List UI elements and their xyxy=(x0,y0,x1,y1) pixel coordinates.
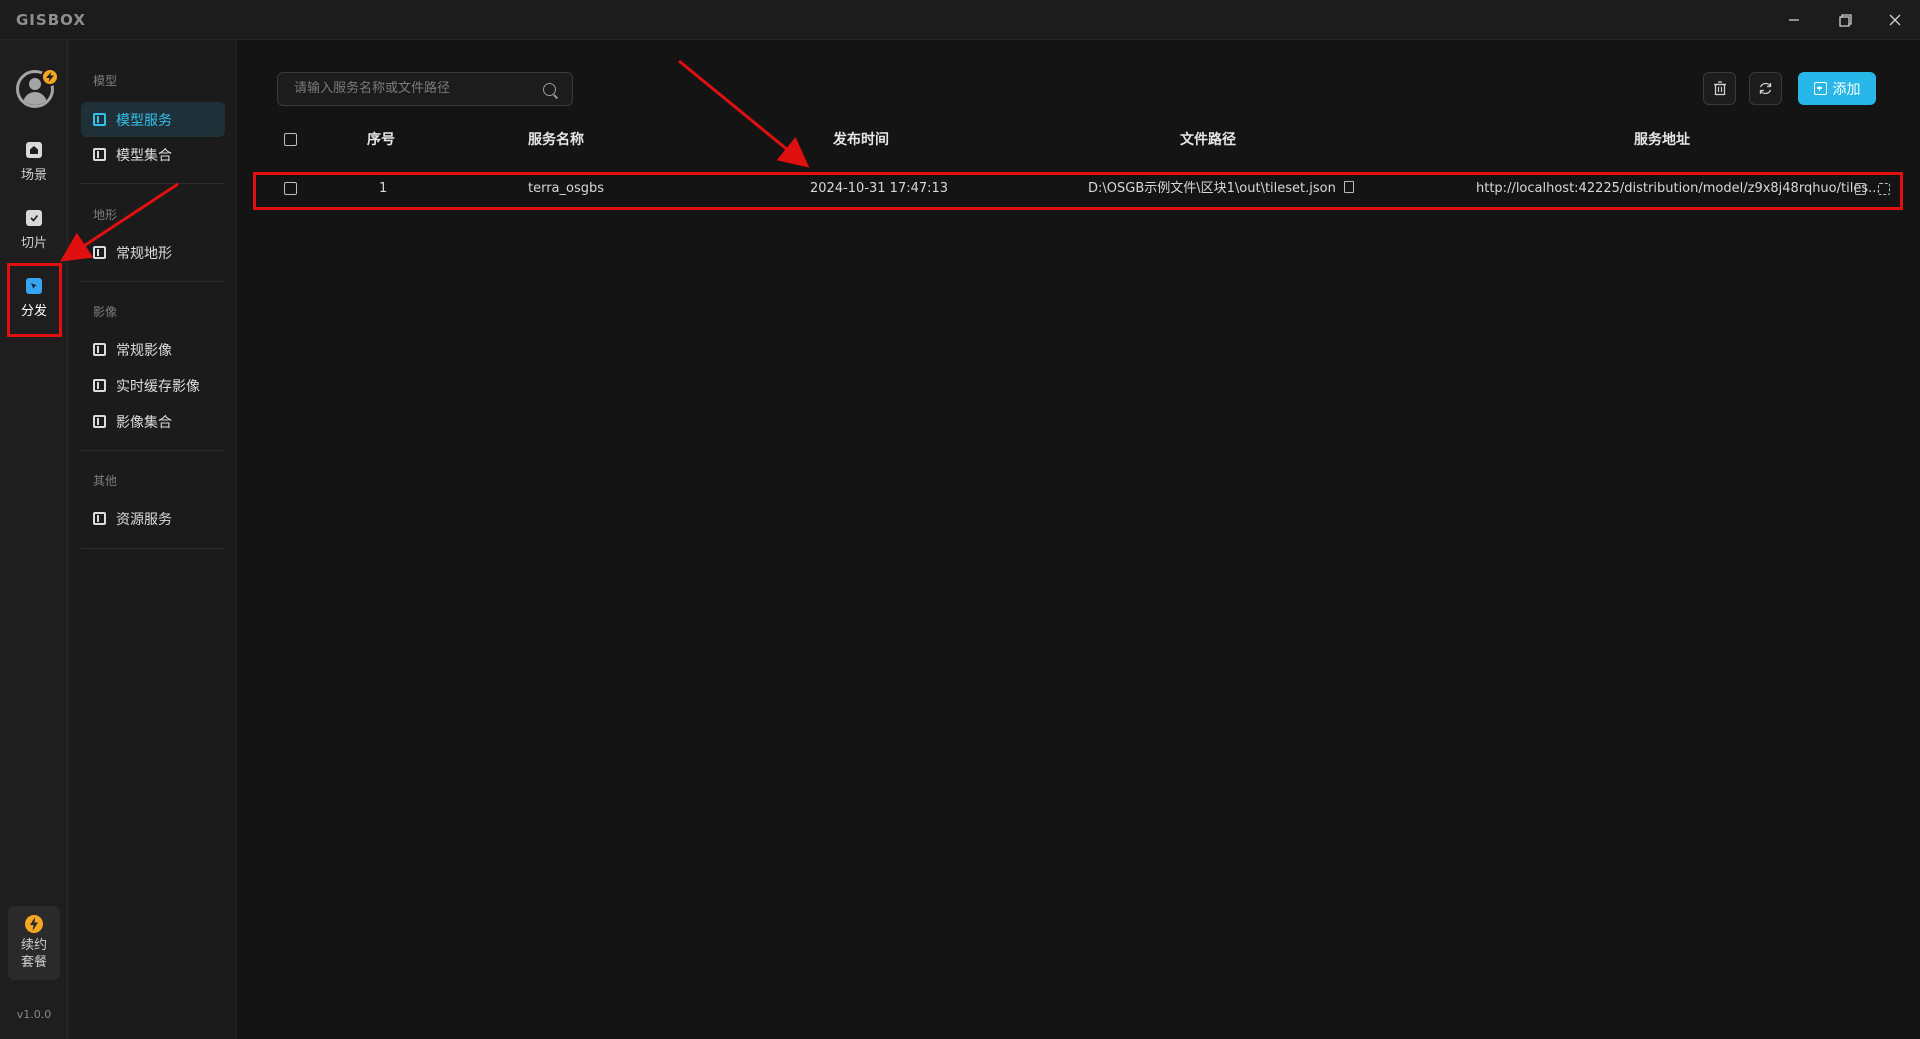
add-button-label: 添加 xyxy=(1832,81,1861,98)
col-header-time: 发布时间 xyxy=(833,132,889,148)
nav-item-model-service[interactable]: 模型服务 xyxy=(81,102,225,137)
rail-item-label: 切片 xyxy=(20,235,47,251)
renew-plan-button[interactable]: 续约套餐 xyxy=(8,906,60,980)
close-icon xyxy=(1889,14,1901,26)
title-bar: GISBOX xyxy=(0,0,1920,40)
rail-item-label: 场景 xyxy=(20,167,47,183)
version-label: v1.0.0 xyxy=(16,1008,52,1021)
group-title-other: 其他 xyxy=(93,474,118,488)
nav-item-realtime-cache[interactable]: 实时缓存影像 xyxy=(81,368,225,403)
rail-item-slice[interactable]: 切片 xyxy=(8,201,60,259)
app-logo: GISBOX xyxy=(16,11,86,29)
divider xyxy=(81,450,225,451)
minimize-button[interactable] xyxy=(1781,8,1807,32)
slice-icon xyxy=(26,209,42,226)
nav-item-imagery-collection[interactable]: 影像集合 xyxy=(81,404,225,439)
nav-item-terrain[interactable]: 常规地形 xyxy=(81,235,225,270)
terrain-icon xyxy=(93,246,106,259)
imagery-icon xyxy=(93,343,106,356)
sub-sidebar: 模型 模型服务 模型集合 地形 常规地形 影像 常规影像 实时缓存影像 影像集合 xyxy=(68,40,237,1039)
table-header: 序号 服务名称 发布时间 文件路径 服务地址 xyxy=(254,125,1904,155)
select-all-checkbox[interactable] xyxy=(284,133,297,146)
nav-item-label: 模型服务 xyxy=(116,112,172,129)
divider xyxy=(81,548,225,549)
lightning-badge-icon xyxy=(41,68,59,86)
left-rail: 场景 切片 分发 续约套餐 v1.0.0 xyxy=(0,40,68,1039)
nav-item-label: 影像集合 xyxy=(116,414,172,431)
highlight-box-row xyxy=(253,172,1903,210)
imagery-collection-icon xyxy=(93,415,106,428)
model-service-icon xyxy=(93,113,106,126)
delete-button[interactable] xyxy=(1703,72,1736,105)
refresh-button[interactable] xyxy=(1749,72,1782,105)
model-collection-icon xyxy=(93,148,106,161)
close-button[interactable] xyxy=(1882,8,1908,32)
nav-item-label: 实时缓存影像 xyxy=(116,378,200,395)
restore-button[interactable] xyxy=(1832,8,1858,32)
nav-item-imagery[interactable]: 常规影像 xyxy=(81,332,225,367)
rail-item-scene[interactable]: 场景 xyxy=(8,133,60,191)
minimize-icon xyxy=(1789,19,1799,21)
nav-item-label: 常规地形 xyxy=(116,245,172,262)
nav-item-model-collection[interactable]: 模型集合 xyxy=(81,137,225,172)
col-header-index: 序号 xyxy=(367,132,395,148)
group-title-model: 模型 xyxy=(93,74,118,88)
col-header-name: 服务名称 xyxy=(528,132,584,148)
search-icon[interactable] xyxy=(543,83,556,96)
resource-service-icon xyxy=(93,512,106,525)
add-icon xyxy=(1813,82,1827,95)
highlight-box-distribute xyxy=(7,263,62,337)
group-title-imagery: 影像 xyxy=(93,305,118,319)
search-box xyxy=(277,72,573,106)
group-title-terrain: 地形 xyxy=(93,208,118,222)
add-button[interactable]: 添加 xyxy=(1798,72,1876,105)
search-input[interactable] xyxy=(294,81,534,96)
trash-icon xyxy=(1713,81,1726,96)
refresh-icon xyxy=(1759,82,1772,95)
nav-item-label: 模型集合 xyxy=(116,147,172,164)
divider xyxy=(81,281,225,282)
realtime-cache-icon xyxy=(93,379,106,392)
home-icon xyxy=(26,141,42,158)
restore-icon xyxy=(1838,13,1852,27)
lightning-icon xyxy=(25,915,43,933)
nav-item-resource-service[interactable]: 资源服务 xyxy=(81,501,225,536)
nav-item-label: 常规影像 xyxy=(116,342,172,359)
nav-item-label: 资源服务 xyxy=(116,511,172,528)
col-header-path: 文件路径 xyxy=(1180,132,1236,148)
col-header-url: 服务地址 xyxy=(1634,132,1690,148)
renew-plan-label: 续约套餐 xyxy=(20,938,47,970)
divider xyxy=(81,183,225,184)
